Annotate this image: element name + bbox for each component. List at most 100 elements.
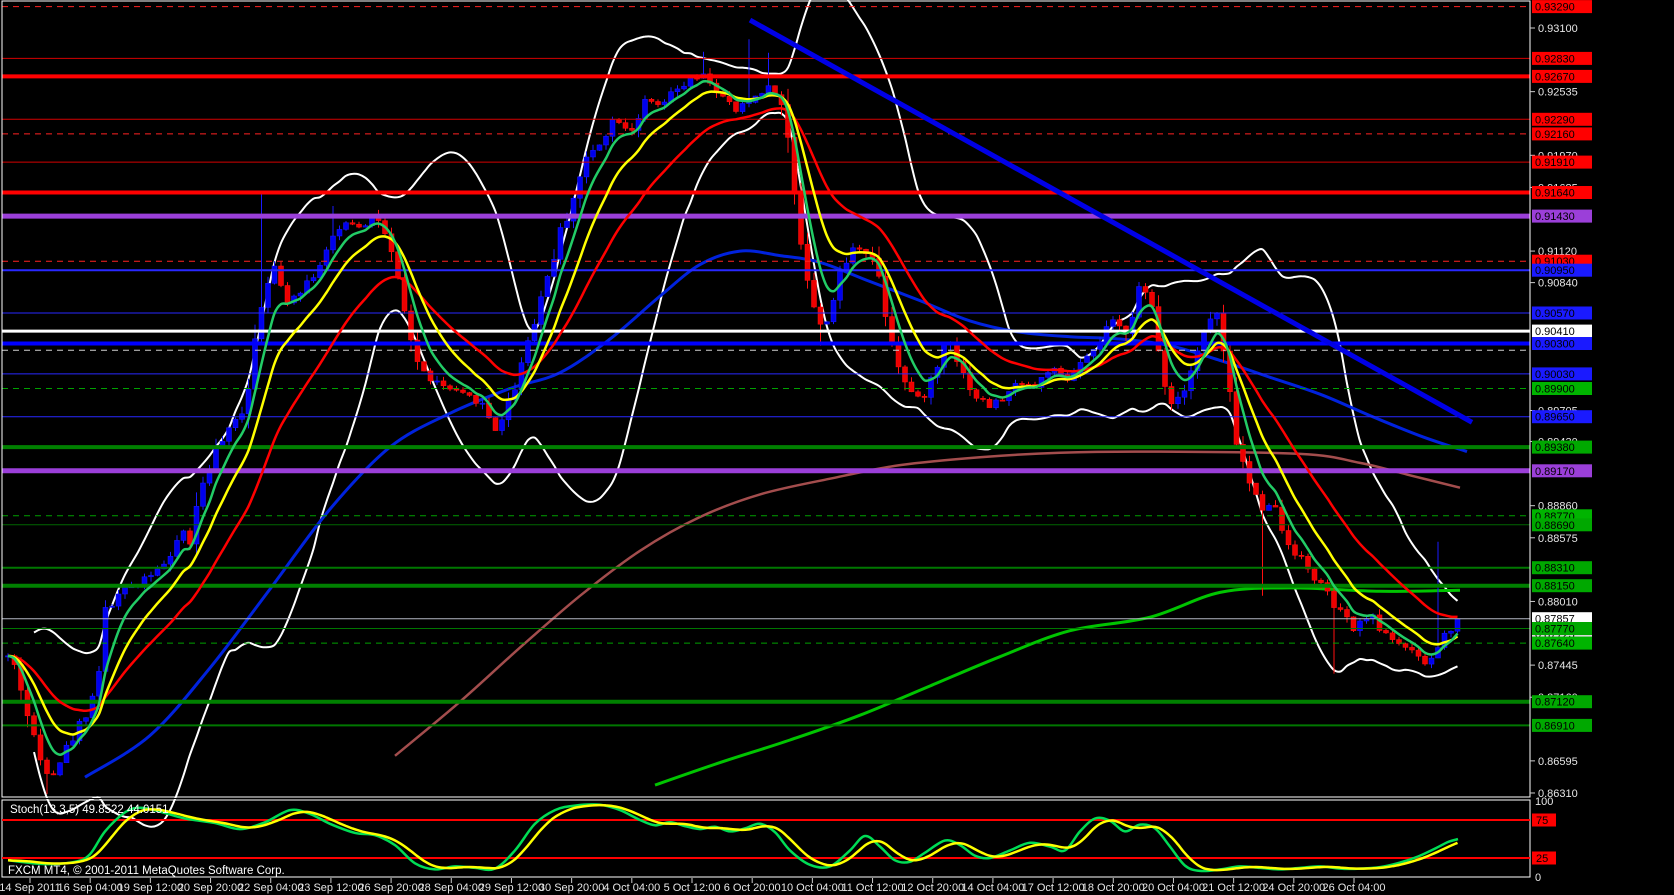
candle-body [1338, 608, 1343, 610]
candle-body [812, 280, 817, 307]
candle-body [110, 606, 115, 607]
candle-body [1267, 505, 1272, 510]
candle-body [604, 136, 609, 145]
candle-body [454, 389, 459, 390]
time-tick-label: 17 Oct 12:00 [1022, 882, 1085, 894]
candle-body [623, 123, 628, 129]
candle-body [1169, 387, 1174, 404]
price-tick-label: 0.88575 [1538, 533, 1578, 545]
candle-body [1182, 391, 1187, 397]
candle-body [656, 102, 661, 105]
candle-body [259, 307, 264, 338]
candle-body [584, 157, 589, 177]
price-tick-label: 0.93100 [1538, 23, 1578, 35]
candle-body [155, 569, 160, 576]
candle-body [1299, 555, 1304, 556]
price-level-badge-label: 0.89380 [1535, 442, 1575, 454]
candle-body [1046, 373, 1051, 378]
candle-body [552, 259, 557, 276]
candle-body [825, 322, 830, 324]
candle-body [58, 763, 63, 775]
candle-body [675, 89, 680, 92]
price-tick-label: 0.90840 [1538, 278, 1578, 290]
candle-body [727, 96, 732, 102]
candle-body [272, 266, 277, 283]
candle-body [1455, 619, 1460, 632]
candle-body [734, 102, 739, 112]
stoch-indicator-label: Stoch(13,3,5) 49.8522 44.0151 [10, 804, 169, 816]
time-tick-label: 26 Sep 20:00 [358, 882, 423, 894]
price-level-badge-label: 0.92670 [1535, 71, 1575, 83]
candle-body [545, 276, 550, 296]
price-level-badge-label: 0.93290 [1535, 2, 1575, 14]
candle-body [181, 531, 186, 541]
candle-body [1293, 545, 1298, 556]
price-tick-label: 0.88010 [1538, 597, 1578, 609]
candle-body [188, 531, 193, 544]
candle-body [578, 177, 583, 198]
time-tick-label: 20 Oct 04:00 [1142, 882, 1205, 894]
candle-body [649, 99, 654, 101]
candle-body [344, 223, 349, 230]
candle-body [441, 381, 446, 386]
stoch-scale-label: 100 [1535, 796, 1553, 808]
candle-body [994, 400, 999, 408]
price-level-badge-label: 0.91910 [1535, 157, 1575, 169]
price-level-badge-label: 0.87640 [1535, 638, 1575, 650]
time-tick-label: 10 Oct 04:00 [781, 882, 844, 894]
price-level-badge-label: 0.90030 [1535, 369, 1575, 381]
time-tick-label: 19 Sep 12:00 [118, 882, 183, 894]
price-level-badge-label: 0.90570 [1535, 308, 1575, 320]
candle-body [461, 390, 466, 393]
candle-body [422, 362, 427, 371]
price-chart-canvas[interactable]: 0.931000.925350.919700.916850.911200.908… [0, 0, 1674, 895]
candle-body [1000, 400, 1005, 401]
candle-body [539, 297, 544, 325]
candle-body [591, 150, 596, 157]
candle-body [142, 577, 147, 585]
candle-body [45, 760, 50, 774]
candle-body [357, 224, 362, 227]
time-tick-label: 20 Sep 20:00 [178, 882, 243, 894]
time-tick-label: 11 Oct 12:00 [841, 882, 903, 894]
candle-body [266, 283, 271, 307]
candle-body [435, 381, 440, 382]
candle-body [311, 278, 316, 281]
candle-body [558, 228, 563, 260]
stoch-scale-label: 0 [1535, 872, 1541, 884]
candle-body [1143, 287, 1148, 293]
candle-body [1332, 591, 1337, 608]
candle-body [1254, 483, 1259, 494]
candle-body [1234, 392, 1239, 445]
time-tick-label: 30 Sep 20:00 [539, 882, 604, 894]
candle-body [1202, 332, 1207, 351]
time-tick-label: 29 Sep 12:00 [479, 882, 544, 894]
candle-body [324, 250, 329, 265]
candle-body [1384, 630, 1389, 633]
candle-body [227, 428, 232, 442]
stoch-level-badge-label: 25 [1536, 853, 1548, 865]
candle-body [1403, 644, 1408, 648]
candle-body [805, 244, 810, 280]
candle-body [175, 540, 180, 556]
price-level-badge-label: 0.88310 [1535, 563, 1575, 575]
candle-body [981, 398, 986, 399]
price-level-badge-label: 0.90300 [1535, 339, 1575, 351]
stoch-level-badge-label: 75 [1536, 815, 1548, 827]
price-level-badge-label: 0.88690 [1535, 520, 1575, 532]
candle-body [1319, 580, 1324, 582]
candle-body [682, 86, 687, 89]
time-tick-label: 23 Sep 12:00 [298, 882, 363, 894]
candle-body [480, 403, 485, 404]
candle-body [38, 735, 43, 760]
candle-body [279, 266, 284, 286]
price-level-badge-label: 0.86910 [1535, 720, 1575, 732]
candle-body [896, 344, 901, 367]
candle-body [428, 371, 433, 381]
candle-body [1410, 647, 1415, 650]
time-tick-label: 14 Oct 04:00 [961, 882, 1024, 894]
candle-body [1085, 356, 1090, 362]
candle-body [1020, 383, 1025, 384]
time-tick-label: 21 Oct 12:00 [1202, 882, 1265, 894]
candle-body [922, 396, 927, 397]
